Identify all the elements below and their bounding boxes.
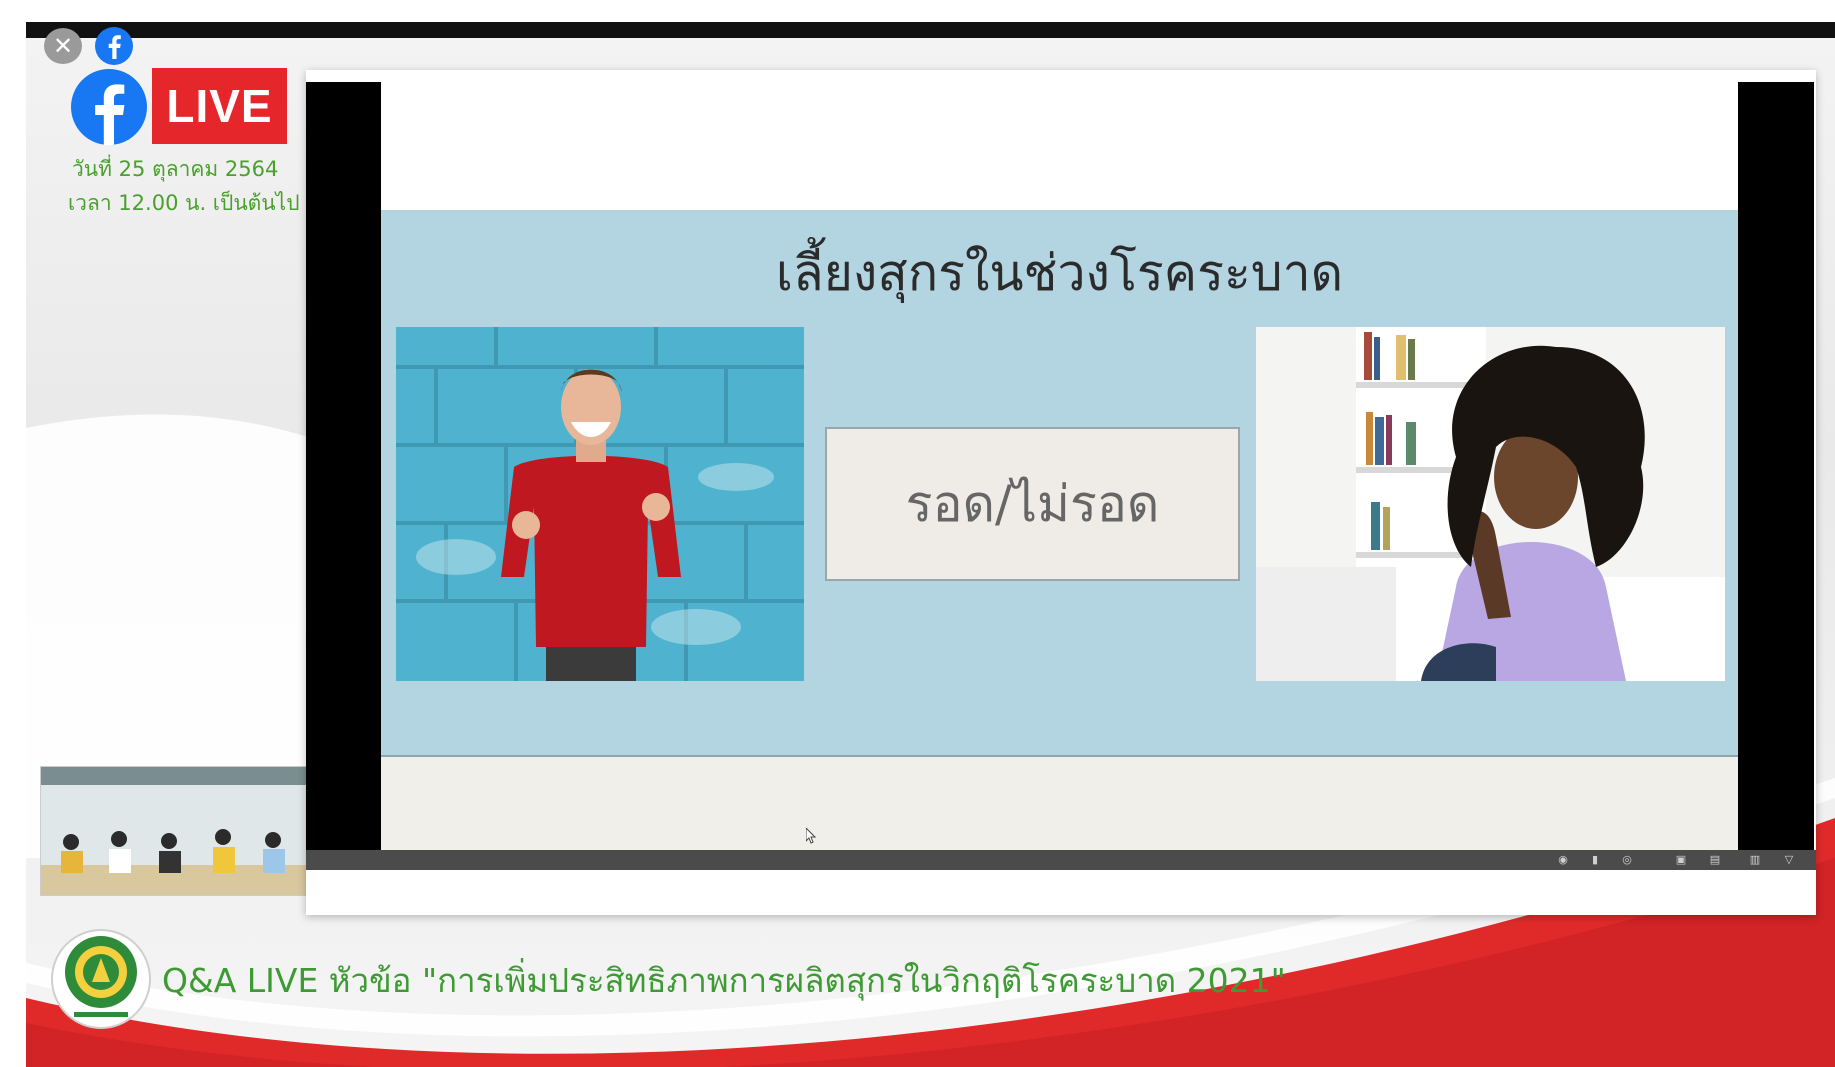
panel-speakers-image: [41, 767, 307, 895]
close-overlay-button[interactable]: ✕: [44, 28, 82, 64]
slide-viewer-toolbar: ◉ ▮ ◎ ▣ ▤ ▥ ▽: [306, 850, 1816, 870]
survive-label-box: รอด/ไม่รอด: [825, 427, 1240, 581]
pause-icon[interactable]: ▮: [1588, 853, 1602, 867]
worried-woman-photo: [1256, 327, 1725, 681]
window-top-bar: [26, 22, 1835, 38]
broadcast-date: วันที่ 25 ตุลาคม 2564: [72, 157, 279, 181]
grid-icon[interactable]: ▤: [1708, 853, 1722, 867]
fullscreen-icon[interactable]: ▽: [1782, 853, 1796, 867]
webcam-thumbnail: [40, 766, 308, 896]
menu-icon[interactable]: ▥: [1748, 853, 1762, 867]
slide-footer-area: [381, 755, 1738, 850]
zoom-icon[interactable]: ◉: [1556, 853, 1570, 867]
facebook-small-icon: [95, 27, 133, 65]
record-icon[interactable]: ◎: [1620, 853, 1634, 867]
letterbox-right: [1738, 82, 1814, 850]
slide-header-area: [381, 82, 1738, 210]
save-icon[interactable]: ▣: [1674, 853, 1688, 867]
slide-title: เลี้ยงสุกรในช่วงโรคระบาด: [775, 244, 1344, 302]
letterbox-left: [306, 82, 381, 850]
mouse-cursor-icon: [806, 828, 816, 844]
session-caption: Q&A LIVE หัวข้อ "การเพิ่มประสิทธิภาพการผ…: [162, 961, 1286, 1000]
broadcast-time: เวลา 12.00 น. เป็นต้นไป: [68, 191, 300, 215]
live-badge: LIVE: [152, 68, 287, 144]
facebook-logo-icon: [71, 69, 147, 145]
organization-seal-icon: [51, 929, 151, 1029]
survive-label: รอด/ไม่รอด: [905, 474, 1160, 533]
happy-man-photo: [396, 327, 804, 681]
live-stream-frame: ✕ LIVE วันที่ 25 ตุลาคม 2564 เวลา 12.00 …: [0, 0, 1835, 1067]
